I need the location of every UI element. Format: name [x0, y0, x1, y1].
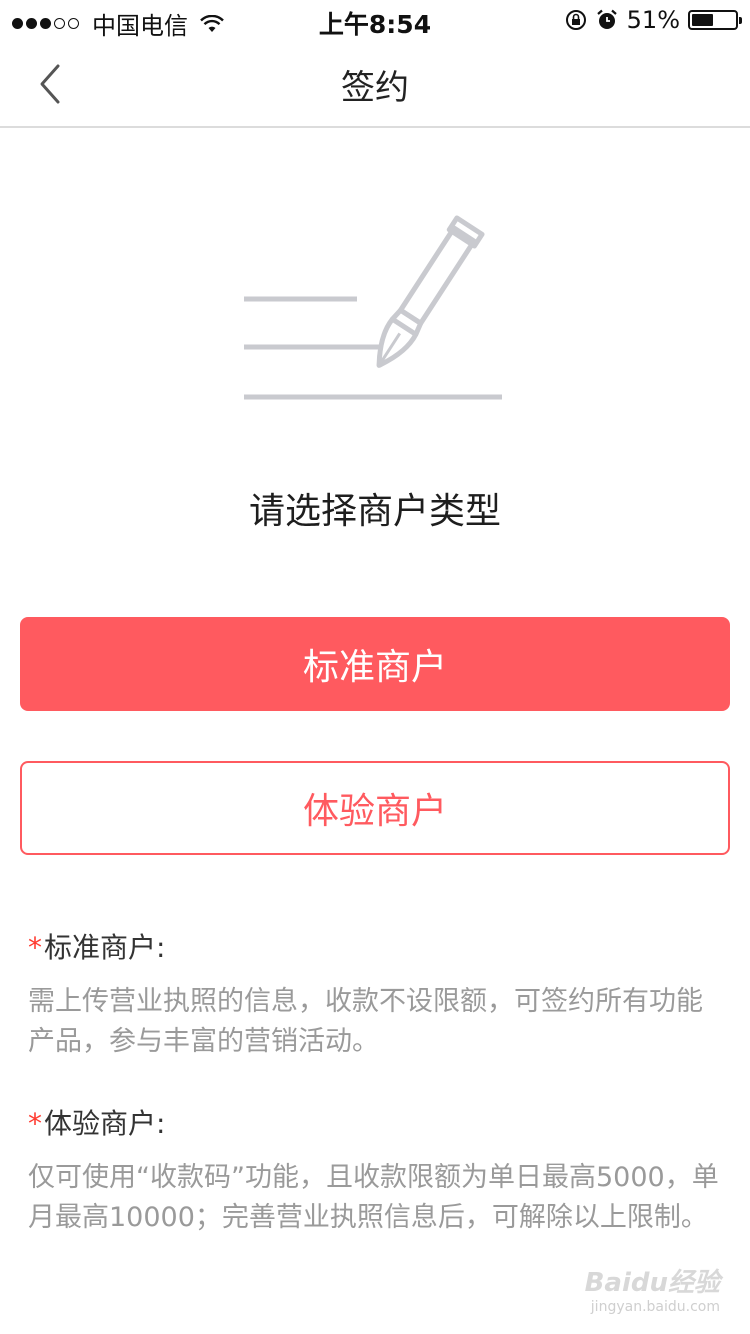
- watermark: Baidu经验 jingyan.baidu.com: [585, 1262, 720, 1315]
- description-body: 仅可使用“收款码”功能，且收款限额为单日最高5000，单月最高10000；完善营…: [28, 1162, 719, 1233]
- alarm-icon: [596, 9, 617, 29]
- watermark-url: jingyan.baidu.com: [590, 1299, 720, 1315]
- rotation-lock-icon: [565, 10, 586, 30]
- status-bar: 中国电信 上午8:54 51%: [0, 0, 750, 40]
- battery-fill: [692, 14, 714, 26]
- description-title-text: 体验商户:: [44, 1107, 166, 1140]
- trial-merchant-description: *体验商户: 仅可使用“收款码”功能，且收款限额为单日最高5000，单月最高10…: [28, 1102, 722, 1238]
- required-asterisk: *: [28, 1107, 42, 1140]
- watermark-brand: Baidu经验: [584, 1268, 720, 1298]
- section-heading: 请选择商户类型: [248, 491, 501, 532]
- battery-icon: [688, 10, 742, 30]
- description-body: 需上传营业执照的信息，收款不设限额，可签约所有功能产品，参与丰富的营销活动。: [28, 986, 703, 1057]
- description-title-text: 标准商户:: [44, 931, 166, 964]
- page-title: 签约: [341, 68, 409, 108]
- description-title: *体验商户:: [28, 1102, 722, 1142]
- description-title: *标准商户:: [28, 926, 722, 966]
- nav-bar: 签约: [0, 40, 750, 128]
- status-right: 51%: [557, 6, 742, 34]
- standard-merchant-description: *标准商户: 需上传营业执照的信息，收款不设限额，可签约所有功能产品，参与丰富的…: [28, 926, 722, 1062]
- pen-writing-lines-icon: [244, 215, 502, 400]
- trial-merchant-button[interactable]: 体验商户: [20, 761, 730, 855]
- standard-merchant-button[interactable]: 标准商户: [20, 617, 730, 711]
- required-asterisk: *: [28, 931, 42, 964]
- battery-percent: 51%: [626, 6, 680, 34]
